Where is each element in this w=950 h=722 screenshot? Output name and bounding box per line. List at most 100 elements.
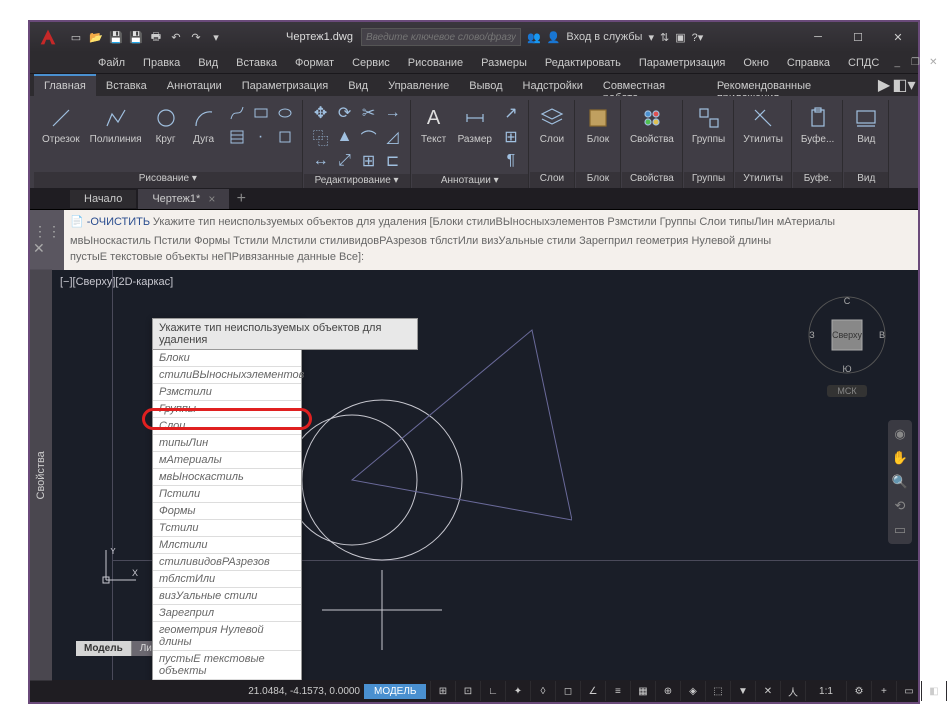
panel-annotation-title[interactable]: Аннотации ▾ [412, 174, 528, 188]
people-icon[interactable]: 👥 [527, 31, 541, 44]
isodraft-toggle-icon[interactable]: ◊ [530, 681, 554, 701]
region-icon[interactable] [274, 126, 296, 148]
qat-save-icon[interactable]: 💾 [106, 27, 126, 47]
ortho-toggle-icon[interactable]: ∟ [480, 681, 504, 701]
model-space-button[interactable]: МОДЕЛЬ [364, 684, 426, 699]
doc-restore-icon[interactable]: ❐ [907, 56, 923, 70]
ac-item[interactable]: Пстили [153, 486, 301, 503]
nav-showmotion-icon[interactable]: ▭ [890, 520, 910, 540]
properties-button[interactable]: Свойства [628, 102, 676, 147]
polar-toggle-icon[interactable]: ✦ [505, 681, 529, 701]
panel-utilities-title[interactable]: Утилиты [735, 172, 791, 188]
fillet-icon[interactable]: ⌒ [358, 126, 380, 148]
ac-item[interactable]: Группы [153, 401, 301, 418]
ac-item[interactable]: Формы [153, 503, 301, 520]
minimize-button[interactable]: ─ [798, 23, 838, 51]
ac-item[interactable]: мАтериалы [153, 452, 301, 469]
panel-modify-title[interactable]: Редактирование ▾ [304, 174, 410, 188]
signin-label[interactable]: Вход в службы [566, 31, 642, 43]
rotate-icon[interactable]: ⟳ [334, 102, 356, 124]
menu-format[interactable]: Формат [287, 55, 342, 71]
leader-icon[interactable]: ↗ [500, 102, 522, 124]
ribbon-tab-featured[interactable]: Рекомендованные приложения [707, 74, 876, 96]
chamfer-icon[interactable]: ◿ [382, 126, 404, 148]
ribbon-tab-insert[interactable]: Вставка [96, 74, 157, 96]
mtext-icon[interactable]: ¶ [500, 150, 522, 172]
quick-properties-icon[interactable]: ◧ [921, 681, 945, 701]
menu-insert[interactable]: Вставка [228, 55, 285, 71]
panel-clipboard-title[interactable]: Буфе. [793, 172, 842, 188]
panel-draw-title[interactable]: Рисование ▾ [34, 172, 302, 188]
array-icon[interactable]: ⊞ [358, 150, 380, 172]
ac-item-layers[interactable]: Слои [153, 418, 301, 435]
maximize-button[interactable]: ☐ [838, 23, 878, 51]
ac-item[interactable]: неПРивязанные данные [153, 680, 301, 681]
annotation-scale-icon[interactable]: 人 [780, 681, 804, 701]
menu-file[interactable]: Файл [90, 55, 133, 71]
menu-tools[interactable]: Сервис [344, 55, 398, 71]
lock-ui-icon[interactable]: 🔒 [946, 681, 950, 701]
3dosnap-toggle-icon[interactable]: ◈ [680, 681, 704, 701]
nav-wheel-icon[interactable]: ◉ [890, 424, 910, 444]
panel-layers-title[interactable]: Слои [530, 172, 574, 188]
panel-properties-title[interactable]: Свойства [622, 172, 682, 188]
signin-icon[interactable]: 👤 [547, 31, 561, 44]
layout-tab-model[interactable]: Модель [76, 641, 132, 656]
menu-draw[interactable]: Рисование [400, 55, 471, 71]
selection-filter-icon[interactable]: ▼ [730, 681, 754, 701]
menu-spds[interactable]: СПДС [840, 55, 887, 71]
drawing-canvas[interactable]: [−][Сверху][2D-каркас] YX Св [52, 270, 918, 681]
layers-button[interactable]: Слои [536, 102, 568, 147]
qat-open-icon[interactable]: 📂 [86, 27, 106, 47]
hatch-icon[interactable] [226, 126, 248, 148]
ac-item[interactable]: Тстили [153, 520, 301, 537]
dimension-button[interactable]: Размер [456, 102, 494, 147]
ribbon-tab-parametric[interactable]: Параметризация [232, 74, 338, 96]
offset-icon[interactable]: ⊏ [382, 150, 404, 172]
line-button[interactable]: Отрезок [40, 102, 82, 147]
qat-new-icon[interactable]: ▭ [66, 27, 86, 47]
copy-icon[interactable]: ⿻ [310, 126, 332, 148]
ucs-icon[interactable]: YX [98, 548, 138, 588]
units-icon[interactable]: ▭ [896, 681, 920, 701]
express-tools-icon[interactable]: ▶ [876, 77, 892, 93]
block-button[interactable]: Блок [582, 102, 614, 147]
search-input[interactable] [361, 28, 521, 46]
workspace-switch-icon[interactable]: ⚙ [846, 681, 870, 701]
panel-block-title[interactable]: Блок [576, 172, 620, 188]
ac-item[interactable]: стиливидовРАзрезов [153, 554, 301, 571]
nav-zoom-icon[interactable]: 🔍 [890, 472, 910, 492]
command-handle-icon[interactable]: ⋮⋮✕ [30, 210, 64, 270]
scale-readout[interactable]: 1:1 [805, 681, 845, 701]
panel-groups-title[interactable]: Группы [684, 172, 733, 188]
text-button[interactable]: AТекст [418, 102, 450, 147]
view-button[interactable]: Вид [850, 102, 882, 147]
ac-item[interactable]: типыЛин [153, 435, 301, 452]
arc-button[interactable]: Дуга [188, 102, 220, 147]
new-doc-tab-button[interactable]: + [231, 190, 251, 208]
ribbon-tab-collab[interactable]: Совместная работа [593, 74, 707, 96]
gizmo-icon[interactable]: ✕ [755, 681, 779, 701]
menu-parametric[interactable]: Параметризация [631, 55, 733, 71]
qat-dropdown-icon[interactable]: ▾ [206, 27, 226, 47]
ribbon-tab-output[interactable]: Вывод [459, 74, 512, 96]
ac-item[interactable]: мвЫноскастиль [153, 469, 301, 486]
menu-help[interactable]: Справка [779, 55, 838, 71]
exchange-icon[interactable]: ⇅ [660, 31, 669, 44]
ellipse-icon[interactable] [274, 102, 296, 124]
move-icon[interactable]: ✥ [310, 102, 332, 124]
groups-button[interactable]: Группы [690, 102, 727, 147]
ac-item[interactable]: Млстили [153, 537, 301, 554]
stretch-icon[interactable]: ↔ [310, 150, 332, 172]
ribbon-tab-view[interactable]: Вид [338, 74, 378, 96]
ribbon-options-icon[interactable]: ◧▾ [896, 77, 912, 93]
lineweight-toggle-icon[interactable]: ≡ [605, 681, 629, 701]
dynamic-ucs-icon[interactable]: ⬚ [705, 681, 729, 701]
coordinates-readout[interactable]: 21.0484, -4.1573, 0.0000 [210, 686, 360, 697]
scale-icon[interactable]: ⤢ [334, 150, 356, 172]
help-dropdown-icon[interactable]: ?▾ [692, 31, 704, 44]
spline-icon[interactable] [226, 102, 248, 124]
menu-view[interactable]: Вид [190, 55, 226, 71]
utilities-button[interactable]: Утилиты [741, 102, 785, 147]
doc-tab-drawing1[interactable]: Чертеж1*× [138, 189, 229, 209]
